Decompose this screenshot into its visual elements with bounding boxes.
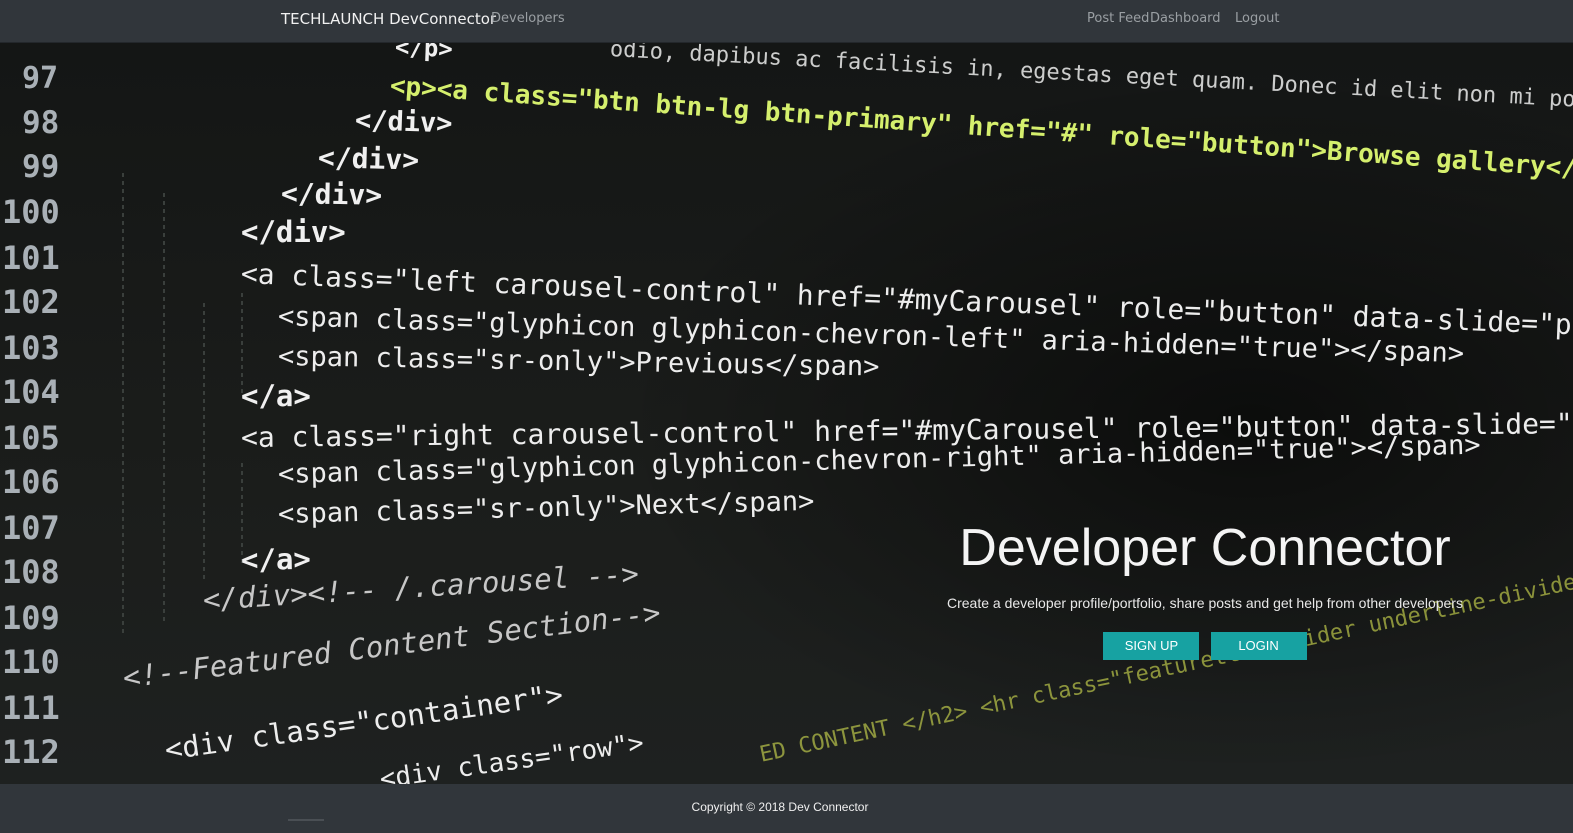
line-number: 103 [2, 329, 60, 367]
line-number: 106 [2, 463, 60, 501]
background-code-image: 97 98 99 100 101 102 103 104 105 106 107… [0, 43, 1573, 784]
line-number: 104 [2, 373, 60, 411]
code-line: </p> [394, 43, 454, 64]
indent-guide [203, 303, 205, 583]
nav-post-feed-link[interactable]: Post Feed [1087, 0, 1149, 38]
footer-divider [288, 819, 324, 821]
navbar: TECHLAUNCH DevConnector Developers Post … [0, 0, 1573, 43]
indent-guide [163, 193, 165, 623]
code-line: </div> [241, 215, 346, 249]
sign-up-button[interactable]: SIGN UP [1103, 632, 1200, 660]
hero-landing: 97 98 99 100 101 102 103 104 105 106 107… [0, 43, 1573, 784]
code-line: </a> [240, 541, 312, 577]
line-number: 107 [2, 509, 60, 547]
copyright-text: Copyright © 2018 Dev Connector [691, 800, 869, 814]
indent-guide [122, 173, 124, 633]
line-number: 99 [22, 149, 60, 185]
login-button[interactable]: LOGIN [1210, 632, 1307, 660]
hero-title: Developer Connector [959, 519, 1451, 577]
code-line: <!--Featured Content Section--> [120, 595, 663, 695]
code-line: </a> [241, 379, 311, 413]
code-line: </div> [317, 141, 420, 177]
line-number: 101 [2, 239, 60, 277]
line-number: 98 [22, 105, 60, 141]
line-number: 111 [2, 689, 60, 727]
hero-buttons: SIGN UP LOGIN [935, 632, 1475, 660]
hero-content: Developer Connector Create a developer p… [935, 517, 1475, 660]
line-number: 109 [2, 599, 60, 637]
hero-subtitle: Create a developer profile/portfolio, sh… [947, 595, 1463, 611]
line-number: 102 [2, 283, 60, 321]
nav-dashboard-link[interactable]: Dashboard [1150, 0, 1221, 38]
line-number: 110 [2, 643, 60, 681]
code-line: </div> [354, 105, 454, 140]
line-number: 100 [2, 193, 60, 231]
code-line: </div> [280, 177, 383, 212]
indent-guide [241, 293, 243, 393]
line-number: 112 [2, 733, 60, 771]
line-number: 108 [2, 553, 60, 591]
nav-developers-link[interactable]: Developers [491, 0, 565, 38]
line-number: 105 [2, 419, 60, 457]
code-line: <span class="sr-only">Next</span> [277, 485, 815, 530]
footer: Copyright © 2018 Dev Connector [0, 784, 1573, 833]
line-number: 97 [22, 61, 59, 96]
brand-link[interactable]: TECHLAUNCH DevConnector [281, 0, 496, 38]
code-line: <div class="row"> [377, 728, 646, 784]
nav-logout-link[interactable]: Logout [1235, 0, 1280, 38]
